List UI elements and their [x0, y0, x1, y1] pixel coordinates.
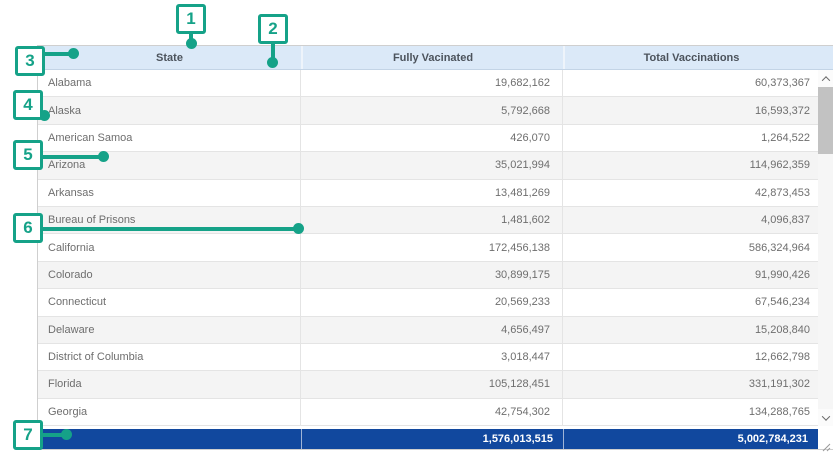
callout-line-5	[42, 155, 104, 159]
cell-total-vaccinations: 134,288,765	[563, 399, 818, 425]
cell-fully-vaccinated: 5,792,668	[301, 97, 563, 123]
cell-total-vaccinations: 91,990,426	[563, 262, 818, 288]
resize-grip-icon[interactable]	[822, 439, 831, 448]
callout-dot-2	[267, 57, 278, 68]
cell-fully-vaccinated: 172,456,138	[301, 234, 563, 260]
cell-fully-vaccinated: 30,899,175	[301, 262, 563, 288]
chevron-up-icon	[821, 76, 829, 84]
callout-dot-7	[61, 429, 72, 440]
table-row-district-of-columbia[interactable]: District of Columbia 3,018,447 12,662,79…	[38, 344, 818, 371]
cell-state: Alabama	[38, 70, 301, 96]
cell-state: California	[38, 234, 301, 260]
table-row-florida[interactable]: Florida 105,128,451 331,191,302	[38, 371, 818, 398]
table-row-american-samoa[interactable]: American Samoa 426,070 1,264,522	[38, 125, 818, 152]
callout-badge-3: 3	[15, 46, 45, 76]
cell-fully-vaccinated: 426,070	[301, 125, 563, 151]
summary-cell-fully-vaccinated: 1,576,013,515	[301, 429, 563, 449]
cell-state: American Samoa	[38, 125, 301, 151]
cell-total-vaccinations: 331,191,302	[563, 371, 818, 397]
callout-badge-4: 4	[13, 90, 43, 120]
header-spacer	[818, 46, 833, 69]
cell-total-vaccinations: 15,208,840	[563, 317, 818, 343]
vertical-scrollbar[interactable]	[818, 70, 833, 426]
table-row-colorado[interactable]: Colorado 30,899,175 91,990,426	[38, 262, 818, 289]
attribute-table: State Fully Vacinated Total Vaccinations…	[37, 45, 833, 450]
scrollbar-thumb[interactable]	[818, 87, 833, 154]
cell-state: Connecticut	[38, 289, 301, 315]
cell-state: Alaska	[38, 97, 301, 123]
cell-fully-vaccinated: 35,021,994	[301, 152, 563, 178]
cell-fully-vaccinated: 20,569,233	[301, 289, 563, 315]
cell-state: Colorado	[38, 262, 301, 288]
callout-badge-6: 6	[13, 213, 43, 243]
cell-total-vaccinations: 114,962,359	[563, 152, 818, 178]
cell-state: Delaware	[38, 317, 301, 343]
table-row-alabama[interactable]: Alabama 19,682,162 60,373,367	[38, 70, 818, 97]
callout-badge-2: 2	[258, 14, 288, 44]
cell-total-vaccinations: 586,324,964	[563, 234, 818, 260]
summary-row: 1,576,013,515 5,002,784,231	[38, 429, 818, 449]
cell-total-vaccinations: 4,096,837	[563, 207, 818, 233]
summary-cell-total-vaccinations: 5,002,784,231	[563, 429, 818, 449]
cell-fully-vaccinated: 4,656,497	[301, 317, 563, 343]
table-row-connecticut[interactable]: Connecticut 20,569,233 67,546,234	[38, 289, 818, 316]
table-row-georgia[interactable]: Georgia 42,754,302 134,288,765	[38, 399, 818, 426]
table-row-arizona[interactable]: Arizona 35,021,994 114,962,359	[38, 152, 818, 179]
cell-state: Georgia	[38, 399, 301, 425]
cell-fully-vaccinated: 42,754,302	[301, 399, 563, 425]
table-row-arkansas[interactable]: Arkansas 13,481,269 42,873,453	[38, 180, 818, 207]
callout-dot-1	[186, 38, 197, 49]
cell-state: District of Columbia	[38, 344, 301, 370]
cell-total-vaccinations: 67,546,234	[563, 289, 818, 315]
cell-state: Arkansas	[38, 180, 301, 206]
callout-badge-7: 7	[13, 420, 43, 450]
table-row-california[interactable]: California 172,456,138 586,324,964	[38, 234, 818, 261]
cell-fully-vaccinated: 13,481,269	[301, 180, 563, 206]
column-header-total-vaccinations[interactable]: Total Vaccinations	[563, 46, 818, 69]
callout-badge-1: 1	[176, 4, 206, 34]
cell-fully-vaccinated: 1,481,602	[301, 207, 563, 233]
callout-badge-5: 5	[13, 140, 43, 170]
cell-total-vaccinations: 12,662,798	[563, 344, 818, 370]
callout-dot-5	[98, 151, 109, 162]
cell-total-vaccinations: 1,264,522	[563, 125, 818, 151]
annotated-table-screenshot: State Fully Vacinated Total Vaccinations…	[0, 0, 833, 453]
chevron-down-icon	[821, 412, 829, 420]
cell-fully-vaccinated: 19,682,162	[301, 70, 563, 96]
cell-fully-vaccinated: 3,018,447	[301, 344, 563, 370]
callout-line-6	[42, 227, 299, 231]
table-row-alaska[interactable]: Alaska 5,792,668 16,593,372	[38, 97, 818, 124]
table-row-delaware[interactable]: Delaware 4,656,497 15,208,840	[38, 317, 818, 344]
summary-cell-state	[38, 429, 301, 449]
table-header-row: State Fully Vacinated Total Vaccinations	[38, 46, 833, 70]
cell-total-vaccinations: 60,373,367	[563, 70, 818, 96]
callout-dot-3	[68, 48, 79, 59]
cell-state: Florida	[38, 371, 301, 397]
cell-total-vaccinations: 16,593,372	[563, 97, 818, 123]
table-body: Alabama 19,682,162 60,373,367 Alaska 5,7…	[38, 70, 818, 426]
callout-dot-6	[293, 223, 304, 234]
cell-total-vaccinations: 42,873,453	[563, 180, 818, 206]
cell-fully-vaccinated: 105,128,451	[301, 371, 563, 397]
column-header-fully-vaccinated[interactable]: Fully Vacinated	[301, 46, 563, 69]
scroll-down-button[interactable]	[818, 409, 833, 426]
scroll-up-button[interactable]	[818, 70, 833, 87]
